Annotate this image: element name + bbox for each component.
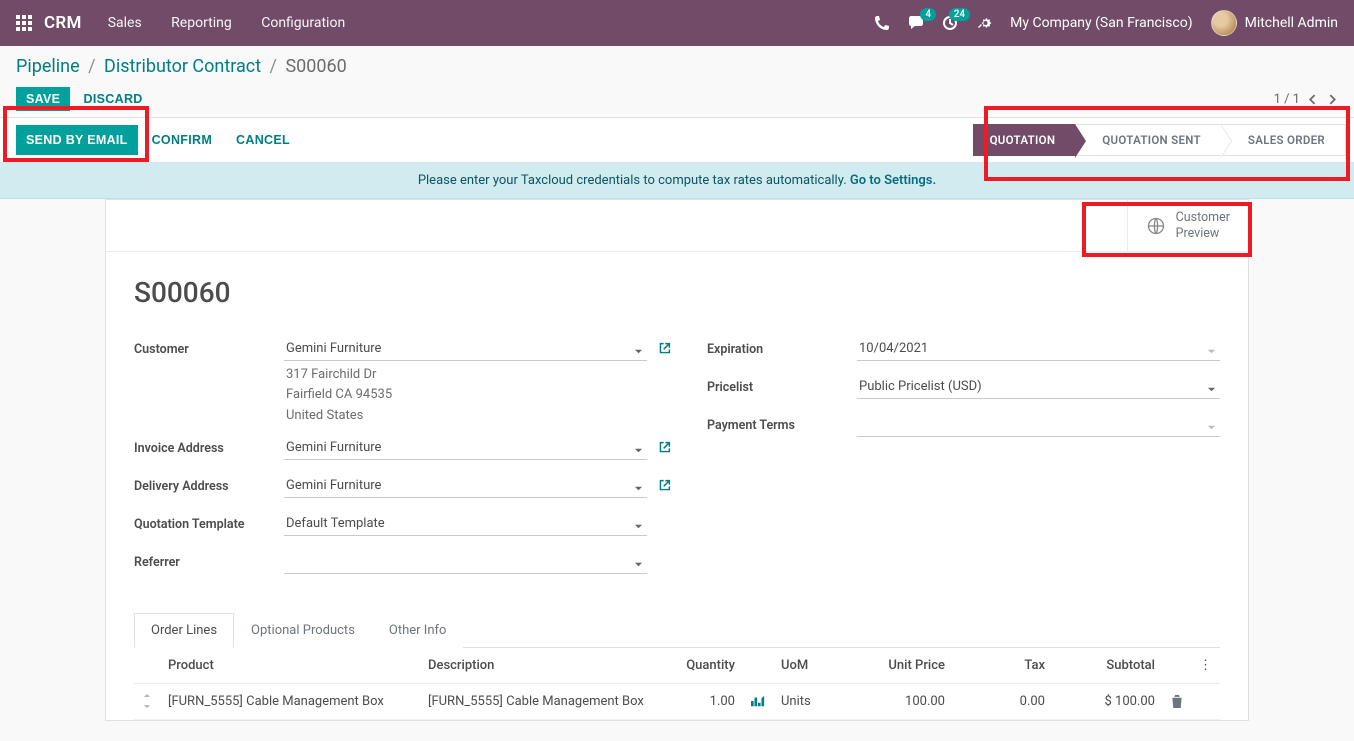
pricelist-field[interactable]: Public Pricelist (USD) bbox=[857, 375, 1220, 399]
label-pricelist: Pricelist bbox=[707, 375, 857, 395]
label-delivery-address: Delivery Address bbox=[134, 474, 284, 494]
cell-subtotal: $ 100.00 bbox=[1053, 683, 1163, 719]
col-unit-price: Unit Price bbox=[853, 648, 953, 684]
nav-menu-reporting[interactable]: Reporting bbox=[171, 15, 232, 31]
apps-icon[interactable] bbox=[16, 15, 32, 31]
save-button[interactable]: SAVE bbox=[16, 87, 70, 111]
breadcrumb-pipeline[interactable]: Pipeline bbox=[16, 56, 80, 77]
caret-down-icon bbox=[1207, 344, 1216, 359]
label-customer: Customer bbox=[134, 337, 284, 357]
discard-button[interactable]: DISCARD bbox=[74, 87, 153, 111]
caret-down-icon bbox=[634, 519, 643, 534]
col-product: Product bbox=[160, 648, 420, 684]
button-box: Customer Preview bbox=[106, 200, 1248, 252]
form-sheet: Customer Preview S00060 Customer Gemini … bbox=[105, 199, 1249, 721]
go-to-settings-link[interactable]: Go to Settings. bbox=[850, 173, 936, 188]
customer-preview-button[interactable]: Customer Preview bbox=[1127, 200, 1248, 251]
external-link-icon[interactable] bbox=[658, 440, 671, 455]
label-invoice-address: Invoice Address bbox=[134, 436, 284, 456]
company-switcher[interactable]: My Company (San Francisco) bbox=[1010, 15, 1192, 31]
control-panel: Pipeline / Distributor Contract / S00060… bbox=[0, 46, 1354, 111]
pager-prev-icon[interactable] bbox=[1308, 92, 1319, 107]
cancel-button[interactable]: CANCEL bbox=[226, 125, 300, 155]
delete-row-icon[interactable] bbox=[1163, 683, 1191, 719]
drag-handle-icon[interactable] bbox=[134, 683, 160, 719]
stage-quotation[interactable]: QUOTATION bbox=[973, 124, 1077, 156]
referrer-field[interactable] bbox=[284, 550, 647, 574]
debug-icon[interactable] bbox=[976, 15, 992, 31]
cell-product[interactable]: [FURN_5555] Cable Management Box bbox=[160, 683, 420, 719]
breadcrumb: Pipeline / Distributor Contract / S00060 bbox=[16, 56, 1338, 77]
expiration-field[interactable]: 10/04/2021 bbox=[857, 337, 1220, 361]
forecast-icon[interactable] bbox=[743, 683, 773, 719]
tab-order-lines[interactable]: Order Lines bbox=[134, 613, 234, 648]
invoice-address-field[interactable]: Gemini Furniture bbox=[284, 436, 647, 460]
status-bar: SEND BY EMAIL CONFIRM CANCEL QUOTATION Q… bbox=[0, 117, 1354, 163]
tab-other-info[interactable]: Other Info bbox=[372, 613, 464, 648]
quotation-template-field[interactable]: Default Template bbox=[284, 512, 647, 536]
order-lines-table: Product Description Quantity UoM Unit Pr… bbox=[134, 648, 1220, 720]
delivery-address-field[interactable]: Gemini Furniture bbox=[284, 474, 647, 498]
label-quotation-template: Quotation Template bbox=[134, 512, 284, 532]
app-brand[interactable]: CRM bbox=[44, 13, 82, 33]
avatar bbox=[1211, 10, 1237, 36]
cell-uom[interactable]: Units bbox=[773, 683, 853, 719]
breadcrumb-current: S00060 bbox=[285, 56, 346, 77]
table-row[interactable]: [FURN_5555] Cable Management Box [FURN_5… bbox=[134, 683, 1220, 719]
tabs: Order Lines Optional Products Other Info bbox=[134, 612, 1220, 648]
stage-sales-order[interactable]: SALES ORDER bbox=[1221, 124, 1346, 156]
label-expiration: Expiration bbox=[707, 337, 857, 357]
top-nav: CRM Sales Reporting Configuration 4 24 M… bbox=[0, 0, 1354, 46]
customer-field[interactable]: Gemini Furniture bbox=[284, 337, 647, 361]
pager-next-icon[interactable] bbox=[1327, 92, 1338, 107]
col-uom: UoM bbox=[773, 648, 853, 684]
pager-value[interactable]: 1 / 1 bbox=[1274, 92, 1300, 107]
nav-menu: Sales Reporting Configuration bbox=[108, 15, 371, 31]
label-referrer: Referrer bbox=[134, 550, 284, 570]
payment-terms-field[interactable] bbox=[857, 413, 1220, 437]
activity-icon[interactable]: 24 bbox=[942, 15, 958, 31]
cell-tax[interactable]: 0.00 bbox=[953, 683, 1053, 719]
phone-icon[interactable] bbox=[874, 15, 890, 31]
taxcloud-banner: Please enter your Taxcloud credentials t… bbox=[0, 163, 1354, 199]
globe-icon bbox=[1146, 216, 1166, 236]
external-link-icon[interactable] bbox=[658, 341, 671, 356]
nav-menu-configuration[interactable]: Configuration bbox=[261, 15, 345, 31]
caret-down-icon bbox=[634, 481, 643, 496]
stage-quotation-sent[interactable]: QUOTATION SENT bbox=[1075, 124, 1222, 156]
stage-widget: QUOTATION QUOTATION SENT SALES ORDER bbox=[974, 118, 1354, 162]
columns-menu-icon[interactable]: ⋮ bbox=[1191, 648, 1220, 684]
messaging-icon[interactable]: 4 bbox=[908, 15, 924, 31]
col-description: Description bbox=[420, 648, 653, 684]
caret-down-icon bbox=[634, 344, 643, 359]
col-subtotal: Subtotal bbox=[1053, 648, 1163, 684]
user-name: Mitchell Admin bbox=[1245, 15, 1338, 31]
cell-unit-price[interactable]: 100.00 bbox=[853, 683, 953, 719]
user-menu[interactable]: Mitchell Admin bbox=[1211, 10, 1338, 36]
caret-down-icon bbox=[1207, 420, 1216, 435]
cell-quantity[interactable]: 1.00 bbox=[653, 683, 743, 719]
cell-description[interactable]: [FURN_5555] Cable Management Box bbox=[420, 683, 653, 719]
activity-badge: 24 bbox=[949, 8, 970, 21]
caret-down-icon bbox=[1207, 382, 1216, 397]
record-title: S00060 bbox=[134, 276, 1220, 309]
caret-down-icon bbox=[634, 557, 643, 572]
customer-address: 317 Fairchild Dr Fairfield CA 94535 Unit… bbox=[284, 365, 647, 425]
caret-down-icon bbox=[634, 443, 643, 458]
external-link-icon[interactable] bbox=[658, 478, 671, 493]
tab-optional-products[interactable]: Optional Products bbox=[234, 613, 372, 648]
messaging-badge: 4 bbox=[920, 8, 936, 21]
send-by-email-button[interactable]: SEND BY EMAIL bbox=[16, 125, 138, 155]
col-quantity: Quantity bbox=[653, 648, 743, 684]
pager: 1 / 1 bbox=[1274, 92, 1338, 107]
col-tax: Tax bbox=[953, 648, 1053, 684]
confirm-button[interactable]: CONFIRM bbox=[142, 125, 222, 155]
label-payment-terms: Payment Terms bbox=[707, 413, 857, 433]
breadcrumb-opportunity[interactable]: Distributor Contract bbox=[104, 56, 261, 77]
nav-menu-sales[interactable]: Sales bbox=[108, 15, 142, 31]
